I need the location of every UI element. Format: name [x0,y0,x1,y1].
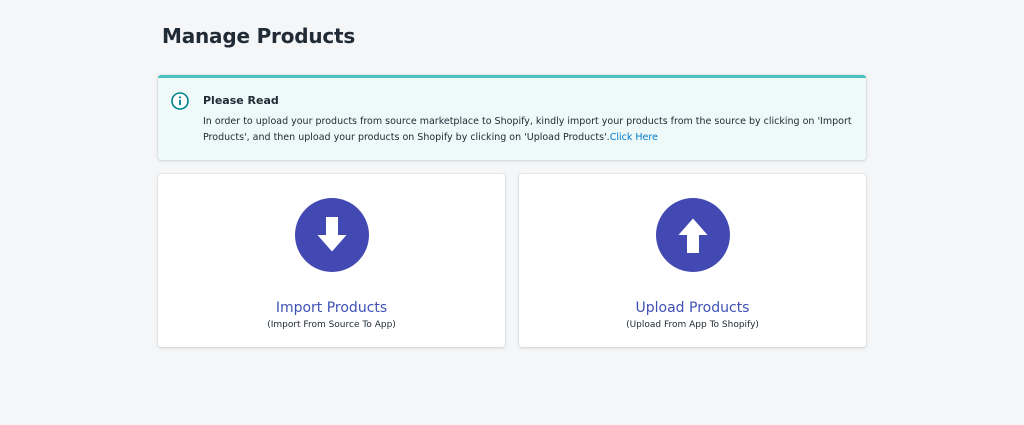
arrow-up-icon [678,218,707,253]
manage-products-page: Manage Products Please Read In order to … [0,0,1024,425]
import-products-title[interactable]: Import Products [158,300,505,316]
upload-products-button[interactable] [655,198,730,272]
import-products-subtitle: (Import From Source To App) [267,320,396,330]
arrow-down-icon [317,217,346,252]
page-title: Manage Products [162,24,356,48]
import-products-card[interactable]: Import Products (Import From Source To A… [158,174,505,347]
click-here-link[interactable]: Click Here [610,132,658,143]
info-banner: Please Read In order to upload your prod… [158,75,866,160]
banner-text: In order to upload your products from so… [203,116,852,143]
upload-products-title[interactable]: Upload Products [519,300,866,316]
upload-products-card[interactable]: Upload Products (Upload From App To Shop… [519,174,866,347]
info-icon [170,91,190,111]
upload-products-subtitle: (Upload From App To Shopify) [626,320,759,330]
banner-title: Please Read [203,94,279,107]
banner-message: In order to upload your products from so… [203,114,853,146]
import-products-button[interactable] [294,198,369,272]
